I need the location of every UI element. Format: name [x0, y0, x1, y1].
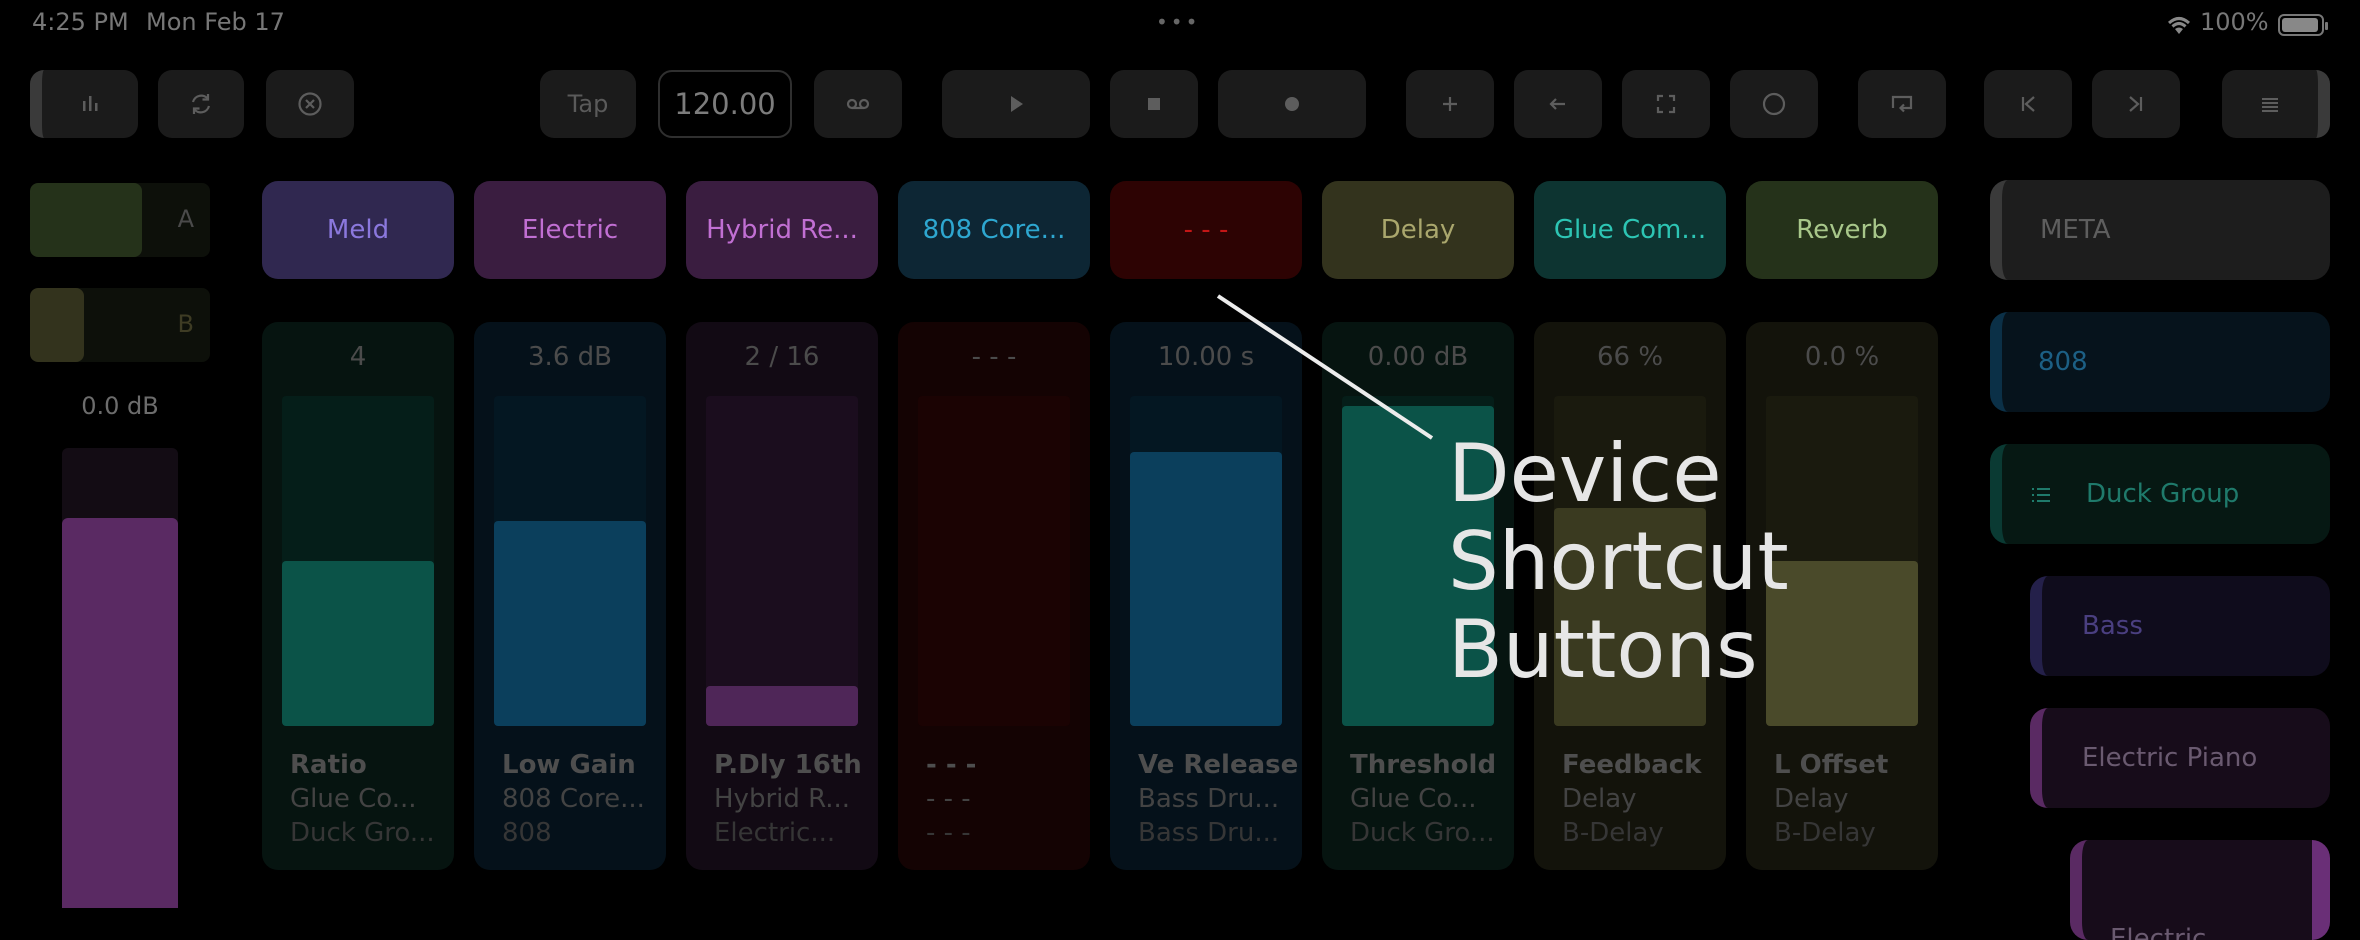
callout-label: Device Shortcut Buttons: [1448, 430, 1789, 694]
callout-line-3: Buttons: [1448, 603, 1758, 696]
callout-line-1: Device: [1448, 427, 1722, 520]
track-label: Electric: [2110, 924, 2207, 940]
callout-pointer-line: [1216, 294, 1434, 440]
callout-line-2: Shortcut: [1448, 515, 1789, 608]
